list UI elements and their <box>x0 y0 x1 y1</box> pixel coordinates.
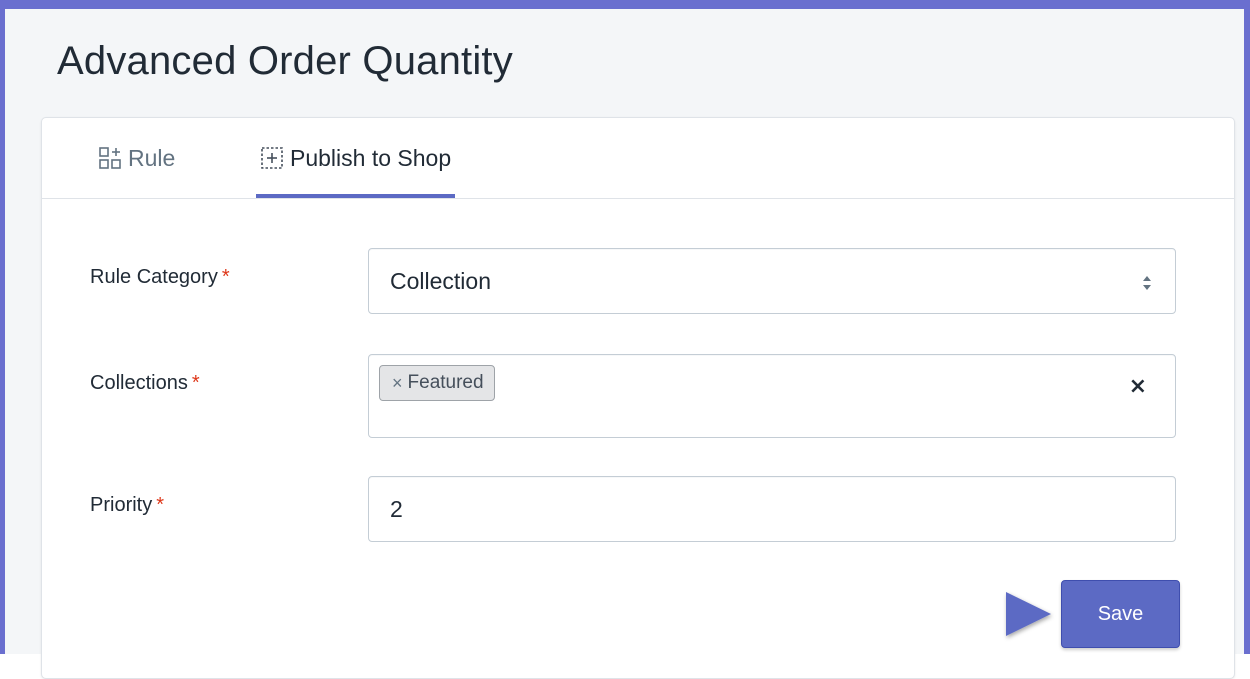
tab-publish-label: Publish to Shop <box>290 144 452 171</box>
annotation-arrow-icon <box>910 592 1051 636</box>
required-marker: * <box>191 372 200 394</box>
rule-category-value: Collection <box>390 267 491 294</box>
tag-label: Featured <box>407 372 484 393</box>
tab-publish-to-shop[interactable]: Publish to Shop <box>256 118 456 198</box>
settings-card: Rule Publish to Shop Rule Category * Coll… <box>41 117 1235 679</box>
priority-label: Priority * <box>90 494 164 517</box>
tab-bar: Rule Publish to Shop <box>42 118 1234 199</box>
save-button[interactable]: Save <box>1061 580 1180 648</box>
rule-grid-icon <box>98 146 122 170</box>
page-title: Advanced Order Quantity <box>57 39 513 83</box>
select-arrows-icon <box>1141 272 1153 292</box>
rule-category-label-text: Rule Category <box>90 266 218 288</box>
tab-rule[interactable]: Rule <box>98 118 175 198</box>
collections-multiselect[interactable]: × Featured × <box>368 354 1176 438</box>
rule-category-label: Rule Category * <box>90 266 230 289</box>
required-marker: * <box>156 494 165 516</box>
required-marker: * <box>221 266 230 288</box>
collections-label: Collections * <box>90 372 200 395</box>
collection-tag-featured: × Featured <box>379 365 495 401</box>
tag-remove-icon[interactable]: × <box>392 373 403 394</box>
priority-input[interactable] <box>368 476 1176 542</box>
publish-plus-icon <box>260 146 284 170</box>
rule-category-select[interactable]: Collection <box>368 248 1176 314</box>
collections-label-text: Collections <box>90 372 188 394</box>
priority-label-text: Priority <box>90 494 153 516</box>
clear-all-icon[interactable]: × <box>1129 374 1147 399</box>
tab-rule-label: Rule <box>128 144 176 171</box>
screenshot-frame: Advanced Order Quantity Rule Publish to … <box>0 0 1250 679</box>
